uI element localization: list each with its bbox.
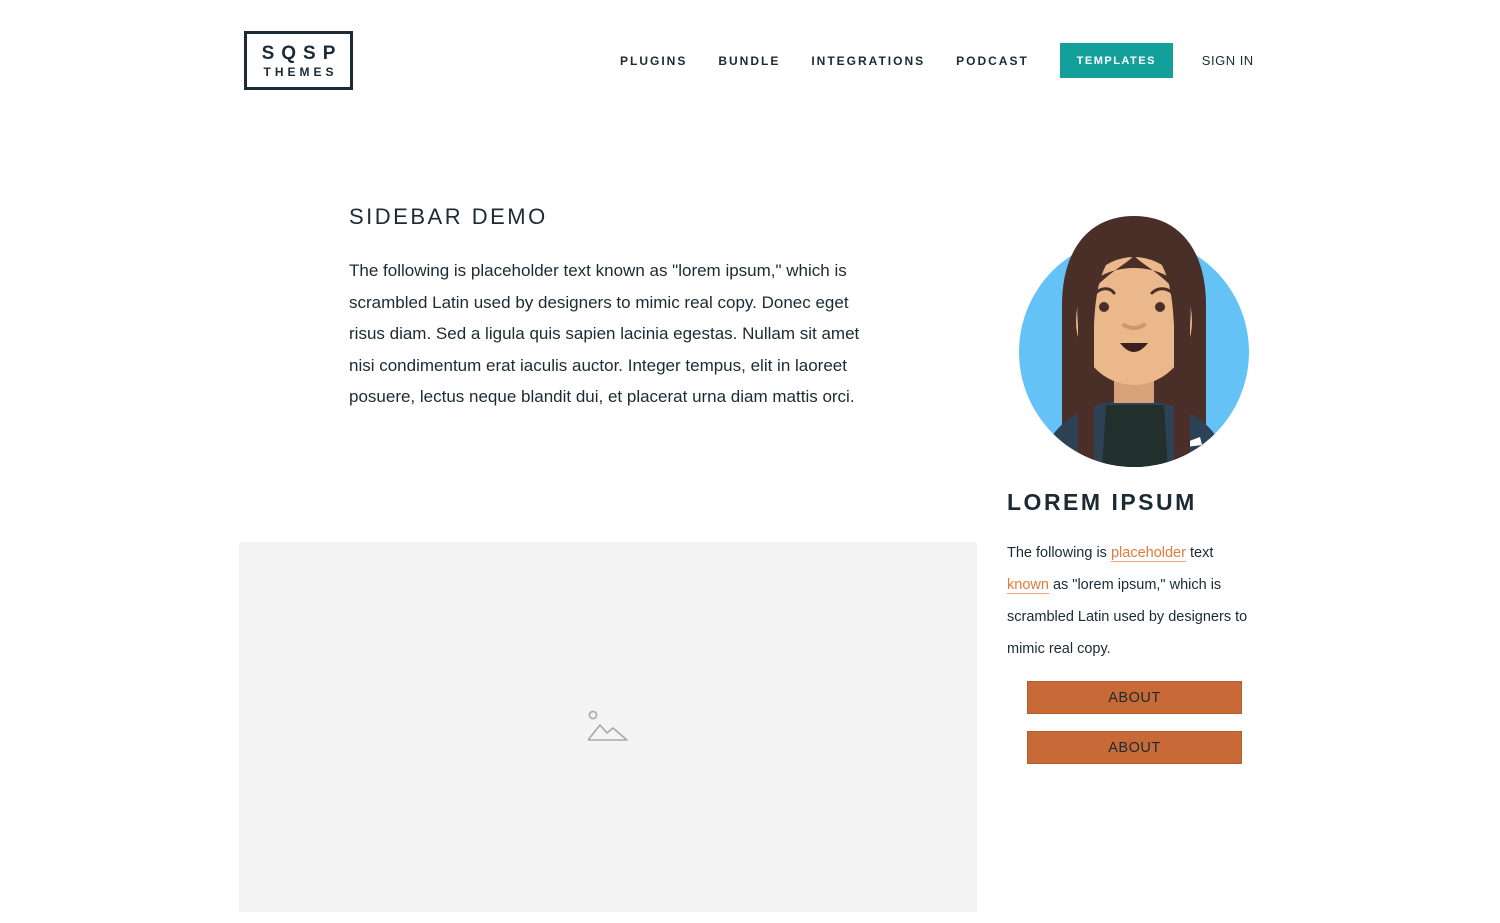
- sidebar-paragraph: The following is placeholder text known …: [1007, 537, 1257, 665]
- nav-templates-button[interactable]: TEMPLATES: [1059, 43, 1173, 78]
- page: SQSP THEMES PLUGINS BUNDLE INTEGRATIONS …: [0, 0, 1500, 923]
- image-placeholder-icon: [587, 710, 628, 741]
- nav-bundle[interactable]: BUNDLE: [718, 54, 780, 68]
- sidebar-link-placeholder[interactable]: placeholder: [1110, 545, 1186, 562]
- nav-integrations[interactable]: INTEGRATIONS: [811, 54, 925, 68]
- main-nav: PLUGINS BUNDLE INTEGRATIONS PODCAST TEMP…: [620, 43, 1254, 78]
- sidebar-link-known[interactable]: known: [1007, 577, 1049, 594]
- nav-sign-in[interactable]: SIGN IN: [1202, 53, 1254, 68]
- site-logo[interactable]: SQSP THEMES: [244, 31, 353, 90]
- sidebar-text-2: text: [1185, 545, 1214, 561]
- logo-line-1: SQSP: [261, 42, 343, 64]
- intro-paragraph: The following is placeholder text known …: [349, 261, 860, 407]
- nav-plugins[interactable]: PLUGINS: [620, 54, 687, 68]
- about-button-1[interactable]: ABOUT: [1027, 681, 1242, 714]
- page-title: SIDEBAR DEMO: [349, 204, 548, 229]
- image-placeholder: [239, 542, 977, 912]
- logo-line-2: THEMES: [263, 64, 338, 79]
- sidebar-title: LOREM IPSUM: [1007, 489, 1197, 515]
- avatar: [1019, 216, 1249, 467]
- about-button-2[interactable]: ABOUT: [1027, 731, 1242, 764]
- sidebar-text-1: The following is: [1007, 545, 1111, 561]
- nav-podcast[interactable]: PODCAST: [956, 54, 1029, 68]
